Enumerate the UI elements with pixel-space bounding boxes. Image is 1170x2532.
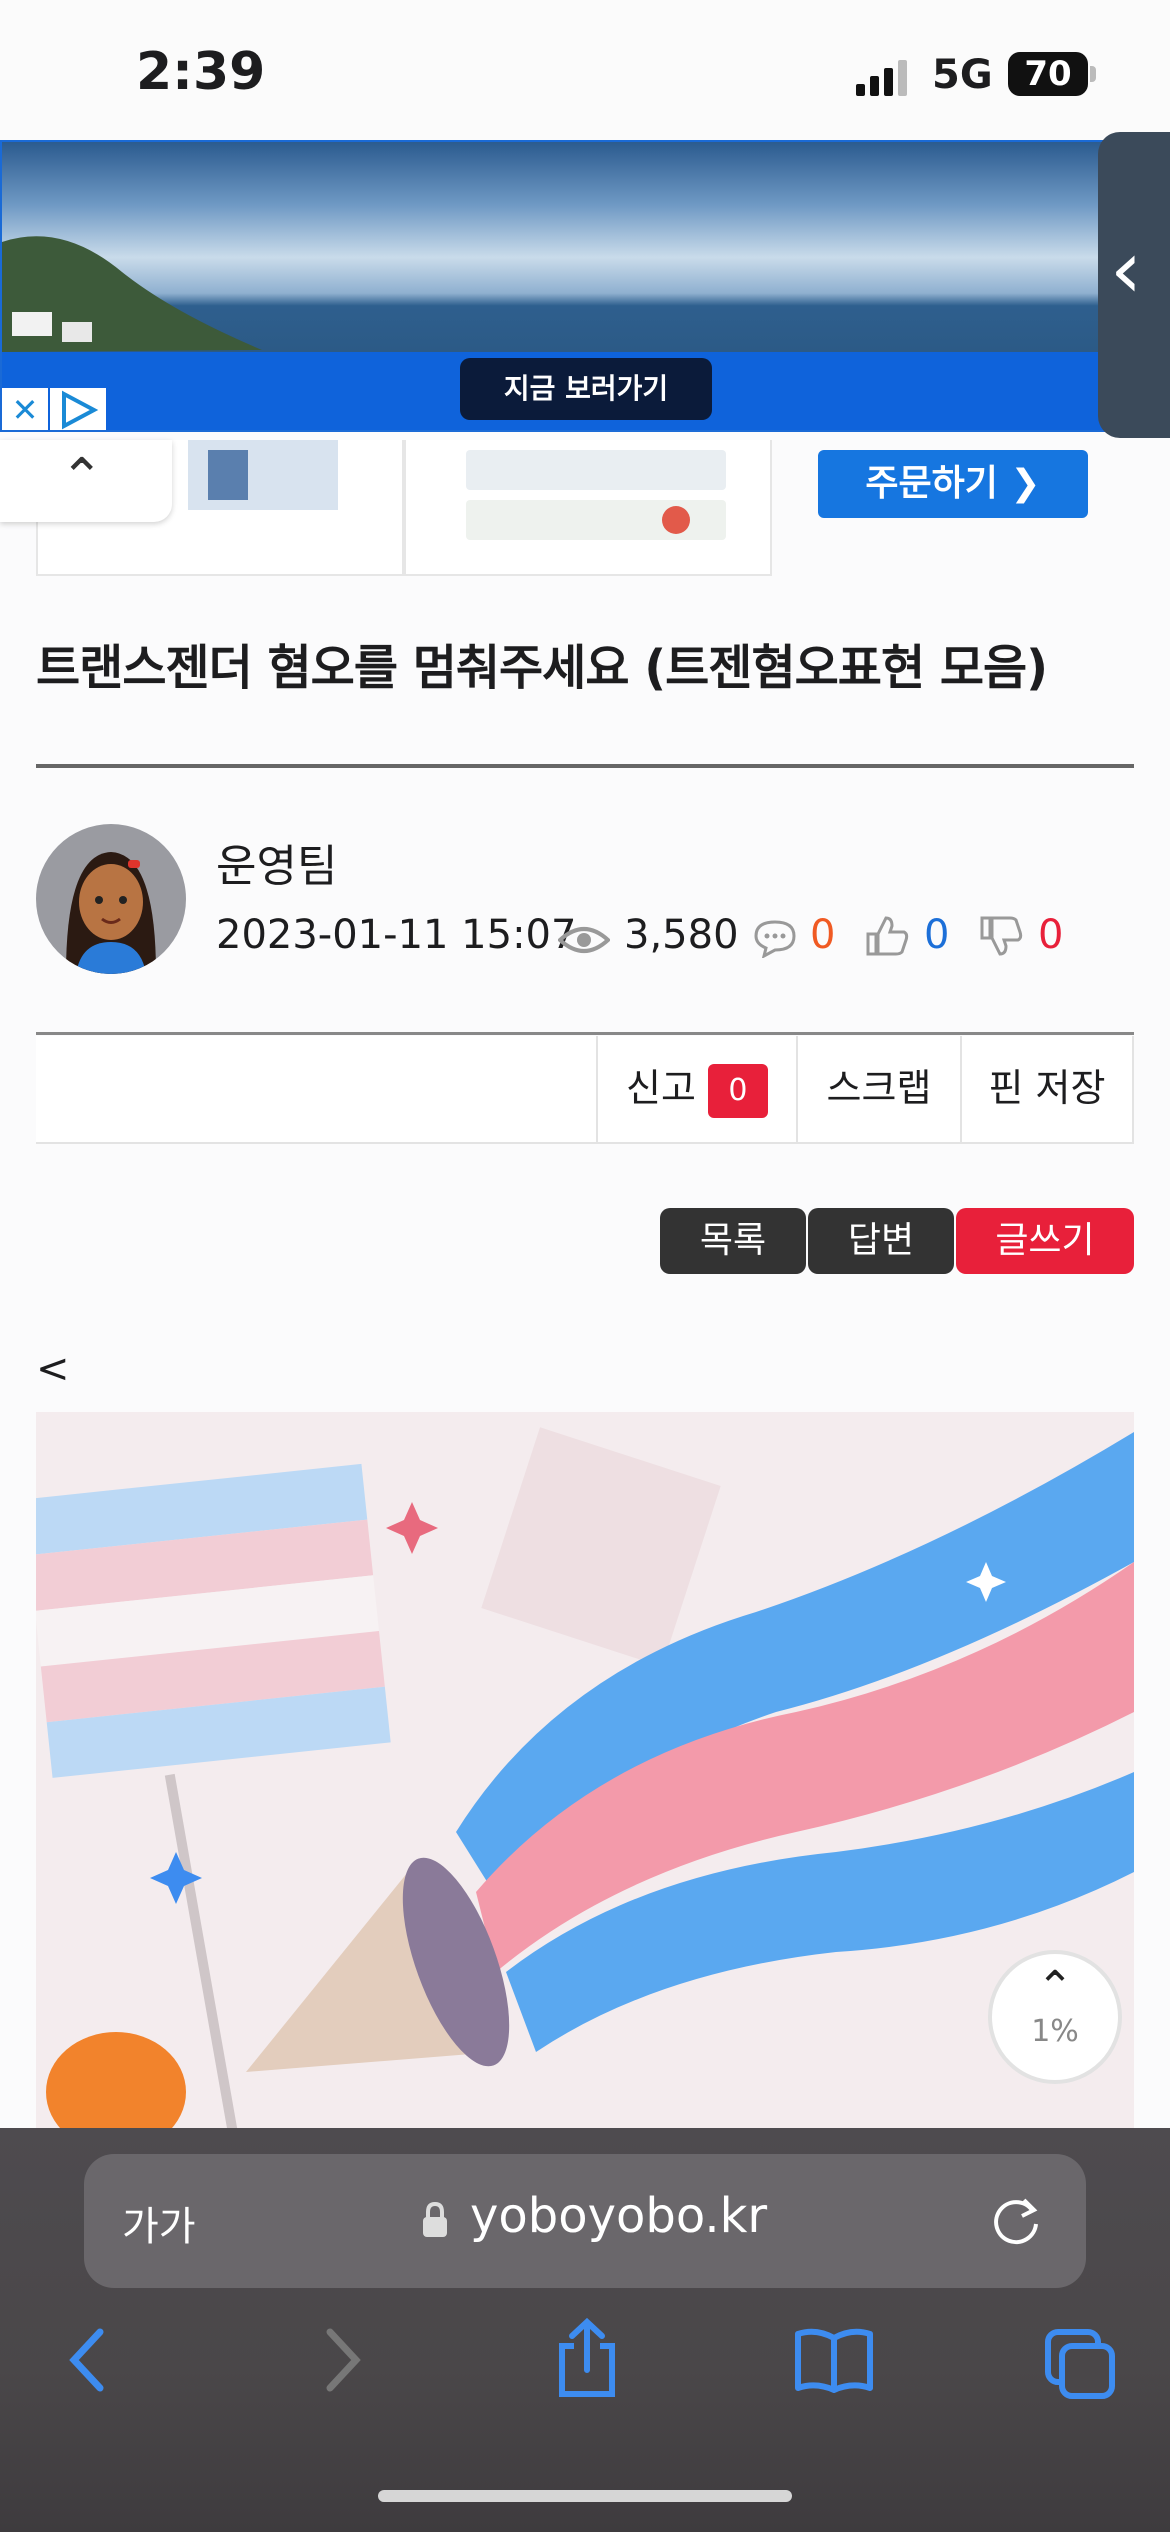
pin-save-button[interactable]: 핀 저장 [962, 1036, 1134, 1144]
post-datetime: 2023-01-11 15:07 [216, 912, 577, 958]
scroll-to-top-button[interactable]: ⌃ 1% [988, 1950, 1122, 2084]
forward-icon[interactable] [318, 2320, 368, 2417]
product-image [466, 450, 726, 540]
home-indicator [378, 2490, 792, 2502]
comment-count: 0 [810, 912, 836, 958]
chevron-up-icon: ⌃ [1036, 1962, 1074, 2013]
url-text[interactable]: yoboyobo.kr [470, 2188, 767, 2244]
avatar[interactable] [36, 824, 186, 974]
chevron-left-icon[interactable]: ‹ [1110, 230, 1142, 310]
report-button[interactable]: 신고 0 [596, 1036, 798, 1144]
ad-cta-button[interactable]: 지금 보러가기 [460, 358, 712, 420]
share-icon[interactable] [552, 2316, 622, 2417]
back-icon[interactable] [62, 2320, 112, 2417]
chevron-up-icon: ⌃ [60, 448, 104, 508]
reply-button[interactable]: 답변 [808, 1208, 954, 1274]
like-count: 0 [924, 912, 950, 958]
status-time: 2:39 [136, 42, 266, 102]
eye-icon [557, 920, 611, 966]
thumbs-up-icon[interactable] [864, 914, 910, 968]
view-count: 3,580 [624, 912, 739, 958]
content-lead-text: < [36, 1346, 70, 1392]
ad-play-icon[interactable] [50, 388, 106, 430]
network-type: 5G [932, 52, 993, 98]
report-count-badge: 0 [707, 1063, 768, 1118]
signal-icon [856, 60, 916, 100]
dislike-count: 0 [1038, 912, 1064, 958]
comment-icon [752, 918, 798, 968]
bookmarks-icon[interactable] [794, 2326, 874, 2413]
scroll-percent: 1% [1031, 2014, 1079, 2049]
list-button[interactable]: 목록 [660, 1208, 806, 1274]
ad-island-art [2, 236, 262, 352]
lock-icon [420, 2201, 450, 2242]
order-button[interactable]: 주문하기 ❯ [818, 450, 1088, 518]
divider [36, 1032, 1134, 1035]
collapse-toggle[interactable]: ⌃ [0, 440, 172, 522]
write-button[interactable]: 글쓰기 [956, 1208, 1134, 1274]
post-title: 트랜스젠더 혐오를 멈춰주세요 (트젠혐오표현 모음) [36, 640, 1048, 696]
tabs-icon[interactable] [1042, 2326, 1118, 2419]
divider [36, 764, 1134, 768]
battery-tip [1090, 66, 1096, 82]
action-row-spacer [36, 1036, 598, 1144]
product-thumb-2[interactable] [404, 440, 772, 576]
battery-icon: 70 [1008, 52, 1088, 96]
thumbs-down-icon[interactable] [978, 914, 1024, 968]
post-image [36, 1412, 1134, 2132]
ad-close-icon[interactable]: ✕ [2, 388, 48, 430]
ad-banner[interactable]: 지금 보러가기 ✕ [0, 140, 1112, 432]
reader-text-size-button[interactable]: 가가 [122, 2194, 196, 2252]
reload-icon[interactable] [990, 2194, 1046, 2254]
author-name[interactable]: 운영팀 [216, 830, 337, 894]
report-label: 신고 [626, 1066, 696, 1110]
scrap-button[interactable]: 스크랩 [798, 1036, 962, 1144]
